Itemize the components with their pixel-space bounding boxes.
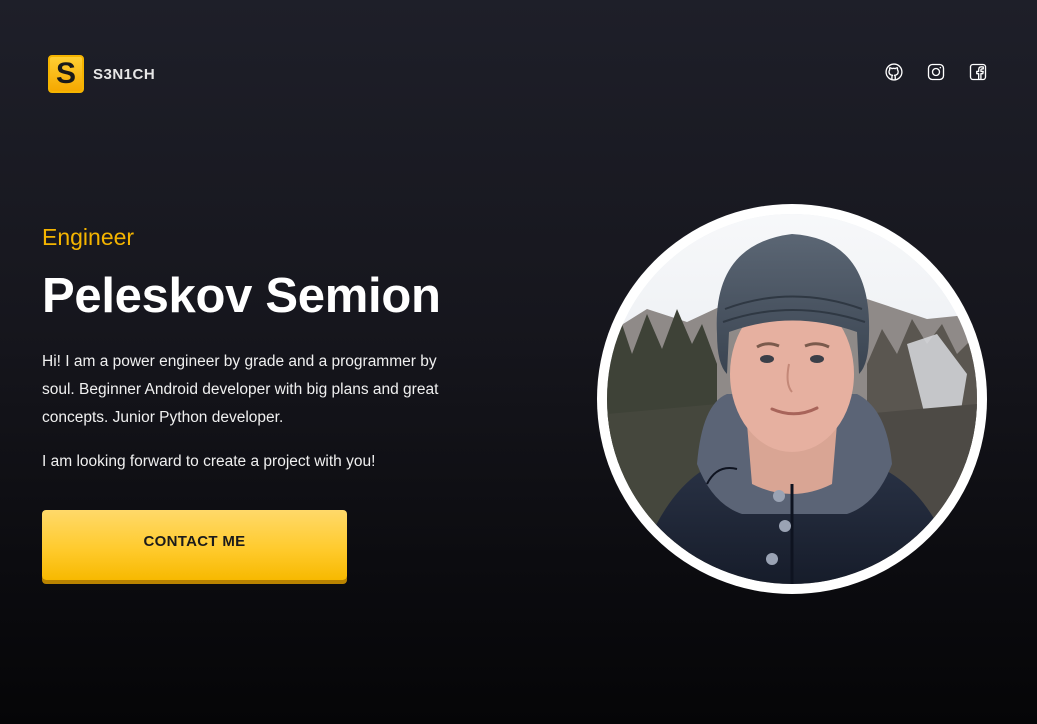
avatar-frame — [597, 204, 987, 594]
contact-me-button[interactable]: CONTACT ME — [42, 510, 347, 580]
bio-invitation: I am looking forward to create a project… — [42, 453, 376, 470]
github-icon[interactable] — [884, 62, 904, 82]
hero-intro: Engineer Peleskov Semion Hi! I am a powe… — [42, 222, 512, 476]
social-links — [884, 62, 988, 82]
bio-paragraph: Hi! I am a power engineer by grade and a… — [42, 353, 439, 426]
logo-mark: S — [48, 55, 84, 93]
hero-name: Peleskov Semion — [42, 269, 441, 323]
logo-letter: S — [55, 57, 76, 90]
site-header: S S3N1CH — [0, 0, 1037, 140]
facebook-icon[interactable] — [968, 62, 988, 82]
logo[interactable]: S S3N1CH — [48, 55, 155, 93]
role-subtitle: Engineer — [42, 224, 135, 250]
contact-me-label: CONTACT ME — [143, 532, 246, 550]
portrait-illustration — [607, 214, 977, 584]
brand-name: S3N1CH — [93, 65, 156, 83]
avatar-photo — [607, 214, 977, 584]
instagram-icon[interactable] — [926, 62, 946, 82]
